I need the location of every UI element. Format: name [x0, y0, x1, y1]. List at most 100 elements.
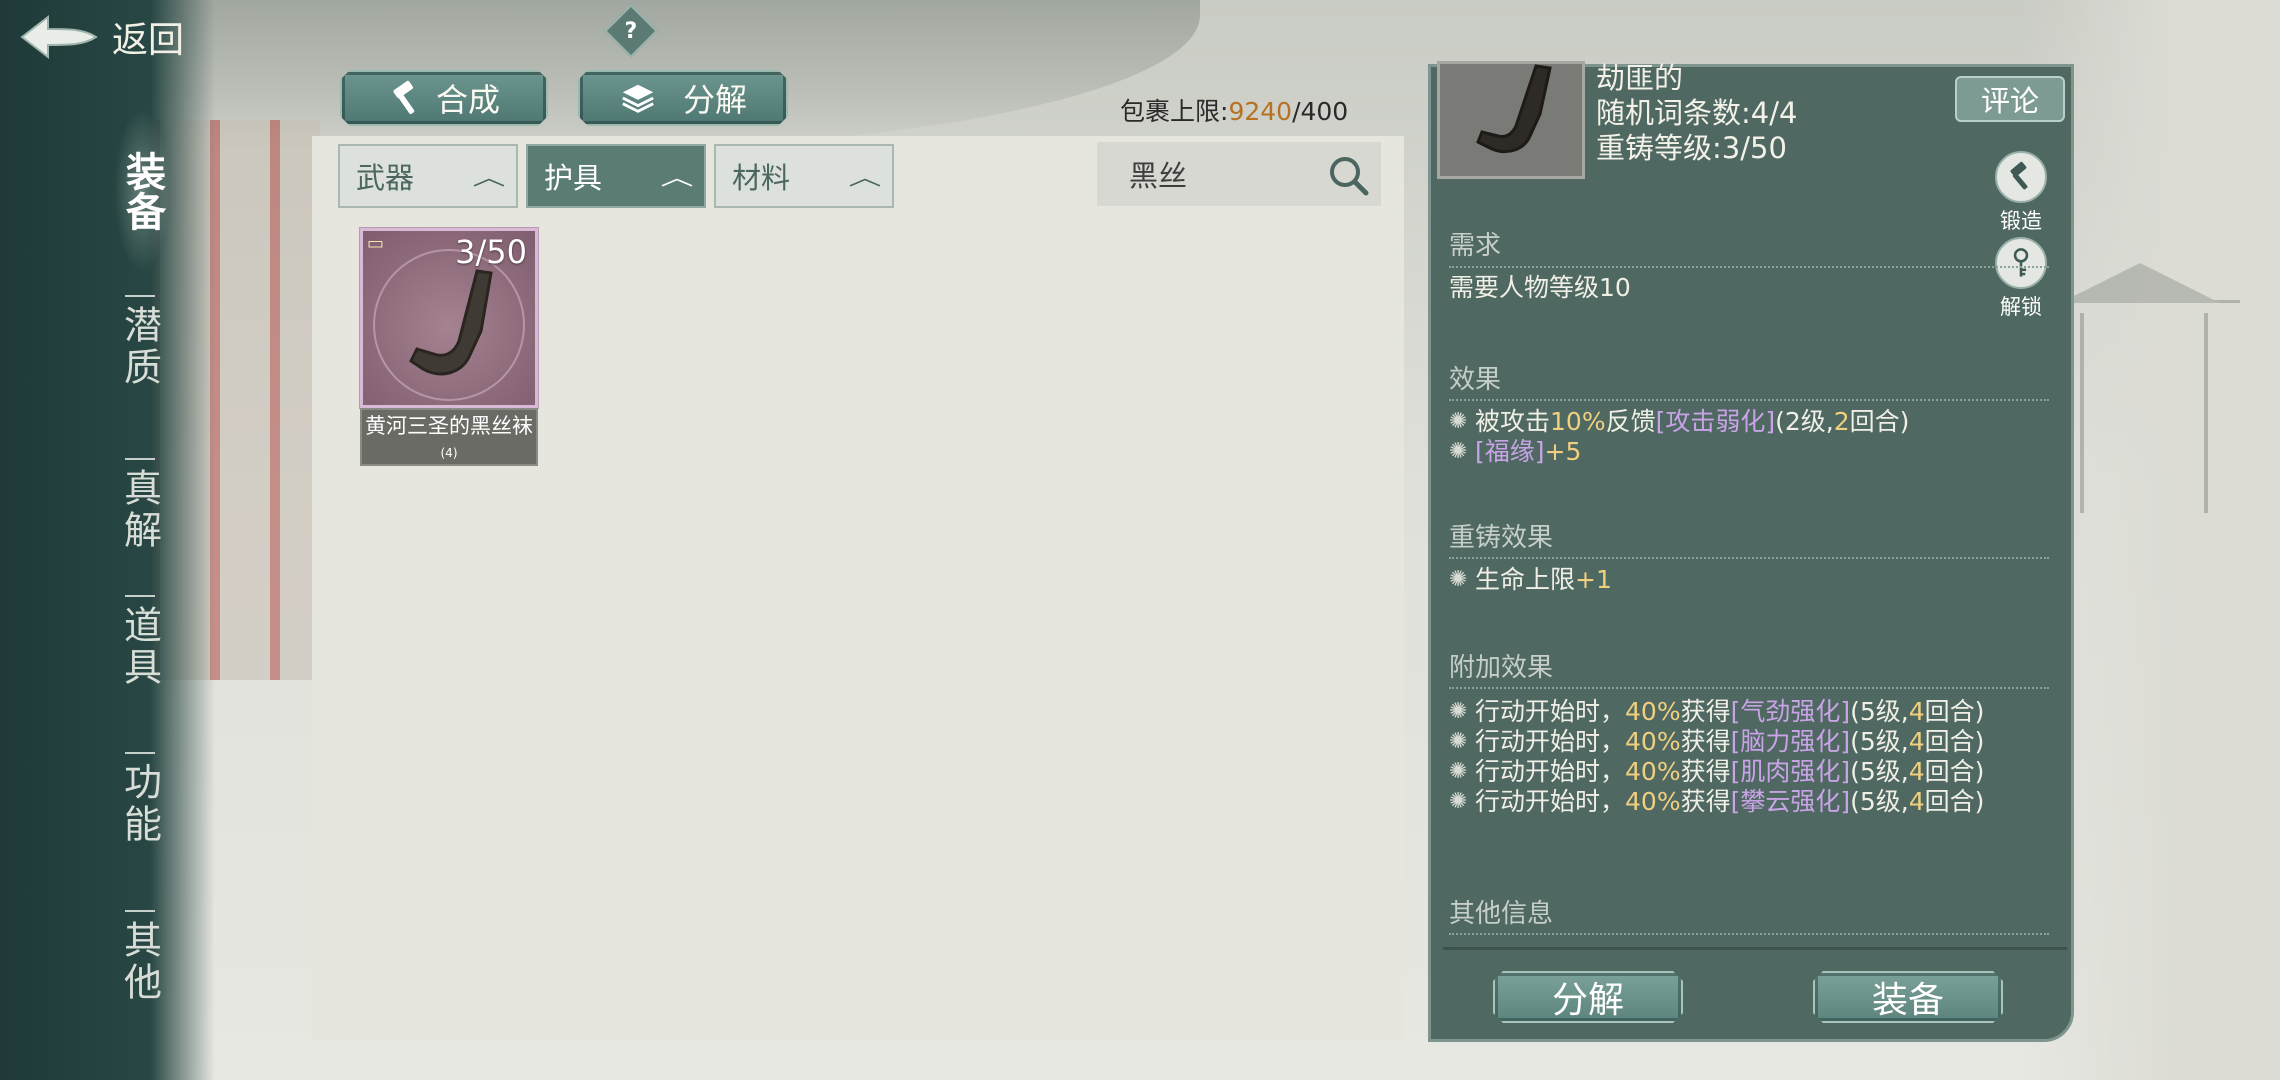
- search-input[interactable]: [1129, 157, 1309, 191]
- decompose-top-button[interactable]: 分解: [578, 70, 788, 126]
- comment-button[interactable]: 评论: [1955, 76, 2065, 122]
- nav-dash: [125, 910, 155, 912]
- equip-button[interactable]: 装备: [1813, 971, 2003, 1023]
- effect-line: ✺ 行动开始时， 40% 获得 [气劲强化] (5级, 4 回合): [1449, 697, 1984, 727]
- effect-text: 行动开始时，: [1475, 727, 1626, 756]
- effect-text: (5级,: [1850, 727, 1909, 756]
- sidebar-item-props[interactable]: 道具: [115, 595, 165, 689]
- requirement-title: 需求: [1449, 231, 1502, 261]
- comment-label: 评论: [1980, 84, 2039, 118]
- effect-line: ✺ 行动开始时， 40% 获得 [攀云强化] (5级, 4 回合): [1449, 787, 1984, 817]
- sidebar-item-label: 真解: [117, 468, 162, 552]
- tab-weapons[interactable]: 武器 ︿: [338, 144, 518, 208]
- item-name: 黄河三圣的黑丝袜: [365, 414, 533, 438]
- panel-divider: [1443, 947, 2067, 950]
- effect-text: (5级,: [1850, 697, 1909, 726]
- effect-text: (5级,: [1850, 787, 1909, 816]
- effect-text: 回合): [1924, 697, 1985, 726]
- sparkle-icon: ✺: [1449, 729, 1468, 754]
- effect-text: 行动开始时，: [1475, 697, 1626, 726]
- back-button[interactable]: 返回: [18, 8, 218, 66]
- nav-dash: [125, 752, 155, 754]
- sidebar-item-potential[interactable]: 潜质: [115, 295, 165, 389]
- item-name-suffix: (4): [440, 446, 458, 460]
- sidebar-item-label: 其他: [117, 920, 162, 1004]
- other-info-title: 其他信息: [1449, 899, 1554, 929]
- sidebar: 返回 装备 潜质 真解 道具 功能 其他: [0, 0, 215, 1080]
- sidebar-item-equipment[interactable]: 装备: [114, 108, 170, 273]
- effect-text: 40%: [1625, 757, 1681, 786]
- effect-text: 行动开始时，: [1475, 787, 1626, 816]
- hammer-icon: [1995, 151, 2047, 203]
- effect-line: ✺ 行动开始时， 40% 获得 [脑力强化] (5级, 4 回合): [1449, 727, 1984, 757]
- key-icon: [1995, 237, 2047, 289]
- section-divider: [1449, 266, 2049, 268]
- nav-dash: [125, 595, 155, 597]
- effect-text: [攻击弱化]: [1655, 407, 1776, 436]
- effect-text: [气劲强化]: [1730, 697, 1851, 726]
- sidebar-item-other[interactable]: 其他: [115, 910, 165, 1004]
- sidebar-item-label: 装备: [119, 150, 166, 231]
- effect-text: 2: [1833, 407, 1850, 436]
- reforge-effect-list: ✺ 生命上限 +1: [1449, 565, 1612, 595]
- effect-text: 回合): [1849, 407, 1910, 436]
- effect-text: 40%: [1625, 727, 1681, 756]
- bag-max-count: /400: [1292, 97, 1349, 126]
- section-divider: [1449, 687, 2049, 689]
- tab-materials[interactable]: 材料 ︿: [714, 144, 894, 208]
- effect-text: 被攻击: [1475, 407, 1551, 436]
- item-name-label: 黄河三圣的黑丝袜 (4): [360, 408, 538, 466]
- effect-text: 获得: [1680, 787, 1731, 816]
- item-detail-panel: 劫匪的 随机词条数:4/4 重铸等级:3/50 评论 锻造 解锁 需求 需要人物…: [1428, 61, 2074, 1042]
- hammer-icon: [388, 79, 426, 117]
- effect-text: 获得: [1680, 757, 1731, 786]
- effect-text: 4: [1908, 757, 1925, 786]
- effect-text: [脑力强化]: [1730, 727, 1851, 756]
- sparkle-icon: ✺: [1449, 789, 1468, 814]
- effect-text: 回合): [1924, 787, 1985, 816]
- decompose-label: 分解: [1551, 980, 1624, 1021]
- effect-line: ✺ [福缘] +5: [1449, 437, 1909, 467]
- forge-button[interactable]: 锻造: [1991, 151, 2051, 235]
- sparkle-icon: ✺: [1449, 699, 1468, 724]
- requirement-text: 需要人物等级10: [1449, 273, 1631, 302]
- affix-count: 随机词条数:4/4: [1596, 96, 1798, 130]
- effect-text: 回合): [1924, 757, 1985, 786]
- tab-label: 武器: [356, 161, 415, 195]
- detail-header: 劫匪的 随机词条数:4/4 重铸等级:3/50: [1596, 61, 1797, 166]
- decompose-button[interactable]: 分解: [1493, 971, 1683, 1023]
- section-divider: [1449, 399, 2049, 401]
- unlock-button[interactable]: 解锁: [1991, 237, 2051, 321]
- sparkle-icon: ✺: [1449, 409, 1468, 434]
- reforge-effect-title: 重铸效果: [1449, 523, 1554, 553]
- effect-text: 4: [1908, 697, 1925, 726]
- effect-text: [肌肉强化]: [1730, 757, 1851, 786]
- sidebar-item-functions[interactable]: 功能: [115, 752, 165, 846]
- item-slot[interactable]: ▭ 3/50 黄河三圣的黑丝袜 (4): [360, 228, 538, 466]
- effect-text: 4: [1908, 787, 1925, 816]
- search-icon[interactable]: [1327, 154, 1369, 196]
- chevron-up-icon: ︿: [472, 166, 506, 191]
- effect-line: ✺ 行动开始时， 40% 获得 [肌肉强化] (5级, 4 回合): [1449, 757, 1984, 787]
- effect-text: (2级,: [1775, 407, 1834, 436]
- effect-text: (5级,: [1850, 757, 1909, 786]
- sidebar-item-true-solution[interactable]: 真解: [115, 458, 165, 552]
- back-label: 返回: [112, 20, 185, 61]
- effect-text: 回合): [1924, 727, 1985, 756]
- effect-text: 生命上限: [1475, 565, 1576, 594]
- effect-text: 反馈: [1605, 407, 1656, 436]
- sidebar-item-label: 功能: [117, 762, 162, 846]
- search-box: [1097, 142, 1381, 206]
- bag-limit-label: 包裹上限:: [1120, 97, 1229, 126]
- synthesize-button[interactable]: 合成: [340, 70, 548, 126]
- effect-text: 4: [1908, 727, 1925, 756]
- forge-label: 锻造: [2000, 209, 2042, 233]
- chevron-up-icon: ︿: [660, 166, 694, 191]
- effect-text: [攀云强化]: [1730, 787, 1851, 816]
- sparkle-icon: ✺: [1449, 567, 1468, 592]
- tab-armor[interactable]: 护具 ︿: [526, 144, 706, 208]
- section-divider: [1449, 933, 2049, 935]
- help-icon: ?: [624, 18, 638, 44]
- equip-label: 装备: [1871, 980, 1944, 1021]
- effect-text: 获得: [1680, 727, 1731, 756]
